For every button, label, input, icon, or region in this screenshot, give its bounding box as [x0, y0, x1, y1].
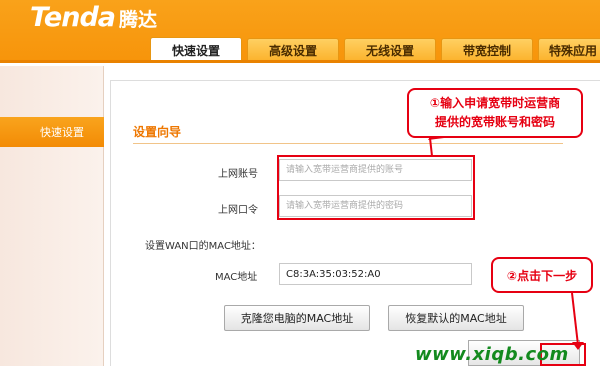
step2-callout: ②点击下一步 [491, 257, 593, 293]
panel-border-top [110, 80, 600, 81]
main-tabs: 快速设置 高级设置 无线设置 带宽控制 特殊应用 [150, 37, 600, 63]
wan-mac-label: 设置WAN口的MAC地址： [145, 241, 261, 252]
logo-text-cn: 腾达 [119, 9, 158, 31]
tab-bandwidth[interactable]: 带宽控制 [441, 38, 533, 62]
clone-mac-button[interactable]: 克隆您电脑的MAC地址 [224, 305, 370, 331]
router-admin-page: Tenda 腾达 快速设置 高级设置 无线设置 带宽控制 特殊应用 快速设置 设… [0, 0, 600, 366]
tab-advanced[interactable]: 高级设置 [247, 38, 339, 62]
tab-wireless[interactable]: 无线设置 [344, 38, 436, 62]
section-title: 设置向导 [133, 125, 182, 139]
step1-line1: ①输入申请宽带时运营商 [429, 96, 561, 110]
restore-mac-button[interactable]: 恢复默认的MAC地址 [388, 305, 524, 331]
header-bar: Tenda 腾达 快速设置 高级设置 无线设置 带宽控制 特殊应用 [0, 0, 600, 63]
mac-label: MAC地址 [215, 272, 258, 283]
credentials-highlight-box [277, 155, 475, 220]
watermark: www.xiqb.com [415, 344, 569, 365]
logo-text: Tenda [30, 2, 116, 33]
sidebar-item-quick-setup[interactable]: 快速设置 [0, 117, 104, 147]
password-label: 上网口令 [218, 205, 258, 216]
tab-special-apps[interactable]: 特殊应用 [538, 38, 600, 62]
step1-line2: 提供的宽带账号和密码 [434, 115, 555, 129]
account-label: 上网账号 [218, 169, 258, 180]
section-divider [133, 143, 563, 144]
header-divider [0, 60, 600, 63]
step1-callout: ①输入申请宽带时运营商 提供的宽带账号和密码 [407, 88, 583, 138]
tenda-logo: Tenda 腾达 [30, 2, 158, 33]
mac-address-input[interactable] [279, 263, 472, 285]
sidebar: 快速设置 [0, 66, 104, 366]
panel-border-left [110, 80, 111, 366]
